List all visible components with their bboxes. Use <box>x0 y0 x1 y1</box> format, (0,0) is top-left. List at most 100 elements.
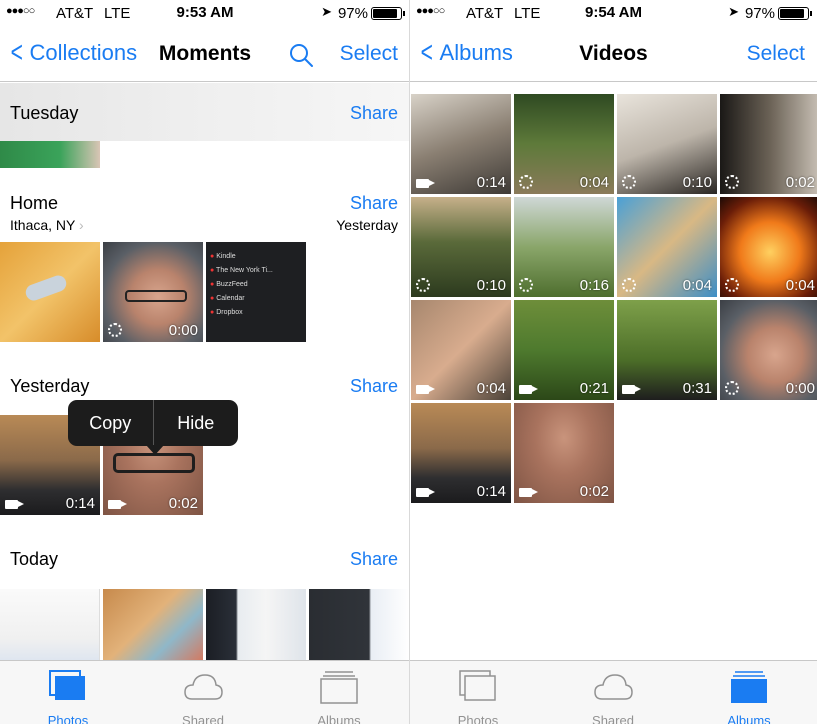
video-camera-icon <box>416 179 435 188</box>
moment-header-tuesday: Tuesday Share <box>0 83 410 141</box>
video-duration: 0:10 <box>476 277 506 294</box>
video-duration: 0:04 <box>785 277 815 294</box>
share-button[interactable]: Share <box>350 549 398 570</box>
video-thumbnail[interactable]: 0:31 <box>617 300 717 400</box>
video-duration: 0:21 <box>579 380 609 397</box>
video-thumbnail[interactable]: 0:00 <box>720 300 817 400</box>
moment-location-link[interactable]: Ithaca, NY › <box>10 217 84 233</box>
list-item: ● Dropbox <box>210 309 243 316</box>
photo-thumbnail[interactable] <box>0 141 100 168</box>
loading-spinner-icon <box>519 278 533 292</box>
video-thumbnail[interactable]: 0:02 <box>514 403 614 503</box>
moment-title: Tuesday <box>10 103 79 123</box>
video-camera-icon <box>416 385 435 394</box>
video-thumbnail[interactable]: 0:16 <box>514 197 614 297</box>
video-thumbnail[interactable]: 0:00 <box>103 242 203 342</box>
cloud-icon <box>594 674 633 700</box>
tab-label: Shared <box>182 713 224 724</box>
select-button[interactable]: Select <box>747 42 805 66</box>
video-camera-icon <box>108 500 127 509</box>
screenshot-thumbnail[interactable] <box>309 589 409 660</box>
tab-photos[interactable]: Photos <box>23 669 113 724</box>
loading-spinner-icon <box>108 323 122 337</box>
video-camera-icon <box>622 385 641 394</box>
tab-label: Shared <box>592 713 634 724</box>
photo-thumbnail[interactable] <box>103 589 203 660</box>
photo-thumbnail[interactable] <box>0 242 100 342</box>
battery-percent: 97% <box>337 5 368 22</box>
video-thumbnail[interactable]: 0:04 <box>411 300 511 400</box>
tab-bar: Photos Shared Albums <box>410 660 817 724</box>
moment-title: Home <box>10 193 59 213</box>
video-duration: 0:14 <box>476 483 506 500</box>
video-camera-icon <box>5 500 24 509</box>
video-thumbnail[interactable]: 0:04 <box>720 197 817 297</box>
photos-icon <box>49 670 85 700</box>
screenshot-thumbnail[interactable] <box>0 589 100 660</box>
tab-albums[interactable]: Albums <box>704 669 794 724</box>
select-button[interactable]: Select <box>340 42 398 66</box>
pushpin-graphic <box>23 273 69 303</box>
copy-button[interactable]: Copy <box>68 400 153 446</box>
video-thumbnail[interactable]: 0:10 <box>411 197 511 297</box>
video-thumbnail[interactable]: 0:14 <box>411 403 511 503</box>
video-thumbnail[interactable]: 0:02 <box>720 94 817 194</box>
left-screen-moments: ●●●○○ AT&T LTE 9:53 AM ➤ 97% < Collectio… <box>0 0 410 724</box>
list-item: ● Kindle <box>210 253 236 260</box>
navigation-bar: < Collections Moments Select <box>0 30 410 82</box>
battery-icon <box>371 7 405 20</box>
right-screen-videos: ●●●○○ AT&T LTE 9:54 AM ➤ 97% < Albums Vi… <box>410 0 817 724</box>
glasses-graphic <box>113 453 195 473</box>
share-button[interactable]: Share <box>350 376 398 397</box>
video-duration: 0:14 <box>476 174 506 191</box>
status-bar: ●●●○○ AT&T LTE 9:53 AM ➤ 97% <box>0 0 410 26</box>
video-duration: 0:31 <box>682 380 712 397</box>
navigation-bar: < Albums Videos Select <box>410 30 817 82</box>
tab-label: Albums <box>317 713 361 724</box>
loading-spinner-icon <box>519 175 533 189</box>
video-camera-icon <box>519 385 538 394</box>
list-item: ● BuzzFeed <box>210 281 248 288</box>
tab-photos[interactable]: Photos <box>433 669 523 724</box>
video-duration: 0:04 <box>682 277 712 294</box>
screenshot-thumbnail[interactable]: ● Kindle ● The New York Ti... ● BuzzFeed… <box>206 242 306 342</box>
tab-shared[interactable]: Shared <box>158 669 248 724</box>
tab-label: Photos <box>47 713 89 724</box>
video-duration: 0:14 <box>65 495 95 512</box>
albums-icon <box>731 671 767 703</box>
moment-title: Yesterday <box>10 376 90 396</box>
loading-spinner-icon <box>725 175 739 189</box>
loading-spinner-icon <box>622 175 636 189</box>
moment-date: Yesterday <box>336 217 398 233</box>
battery-icon <box>778 7 812 20</box>
video-thumbnail[interactable]: 0:10 <box>617 94 717 194</box>
tab-shared[interactable]: Shared <box>568 669 658 724</box>
loading-spinner-icon <box>725 381 739 395</box>
video-duration: 0:02 <box>168 495 198 512</box>
app-list: ● Kindle ● The New York Ti... ● BuzzFeed… <box>206 242 306 342</box>
video-thumbnail[interactable]: 0:14 <box>411 94 511 194</box>
tab-bar: Photos Shared Albums <box>0 660 410 724</box>
battery-percent: 97% <box>744 5 775 22</box>
loading-spinner-icon <box>725 278 739 292</box>
albums-icon <box>320 671 358 704</box>
video-thumbnail[interactable]: 0:04 <box>514 94 614 194</box>
tab-label: Albums <box>727 713 771 724</box>
list-item: ● The New York Ti... <box>210 267 273 274</box>
moment-header-today: Today Share <box>0 541 410 581</box>
video-thumbnail[interactable]: 0:04 <box>617 197 717 297</box>
video-thumbnail[interactable]: 0:21 <box>514 300 614 400</box>
video-duration: 0:16 <box>579 277 609 294</box>
screenshot-thumbnail[interactable] <box>206 589 306 660</box>
video-camera-icon <box>519 488 538 497</box>
tab-albums[interactable]: Albums <box>294 669 384 724</box>
list-item: ● Calendar <box>210 295 245 302</box>
hide-button[interactable]: Hide <box>154 400 239 446</box>
loading-spinner-icon <box>622 278 636 292</box>
share-button[interactable]: Share <box>350 103 398 124</box>
location-arrow-icon: ➤ <box>321 4 332 19</box>
copy-hide-menu: Copy Hide <box>68 400 239 455</box>
search-icon[interactable] <box>288 42 314 68</box>
share-button[interactable]: Share <box>350 193 398 214</box>
video-camera-icon <box>416 488 435 497</box>
